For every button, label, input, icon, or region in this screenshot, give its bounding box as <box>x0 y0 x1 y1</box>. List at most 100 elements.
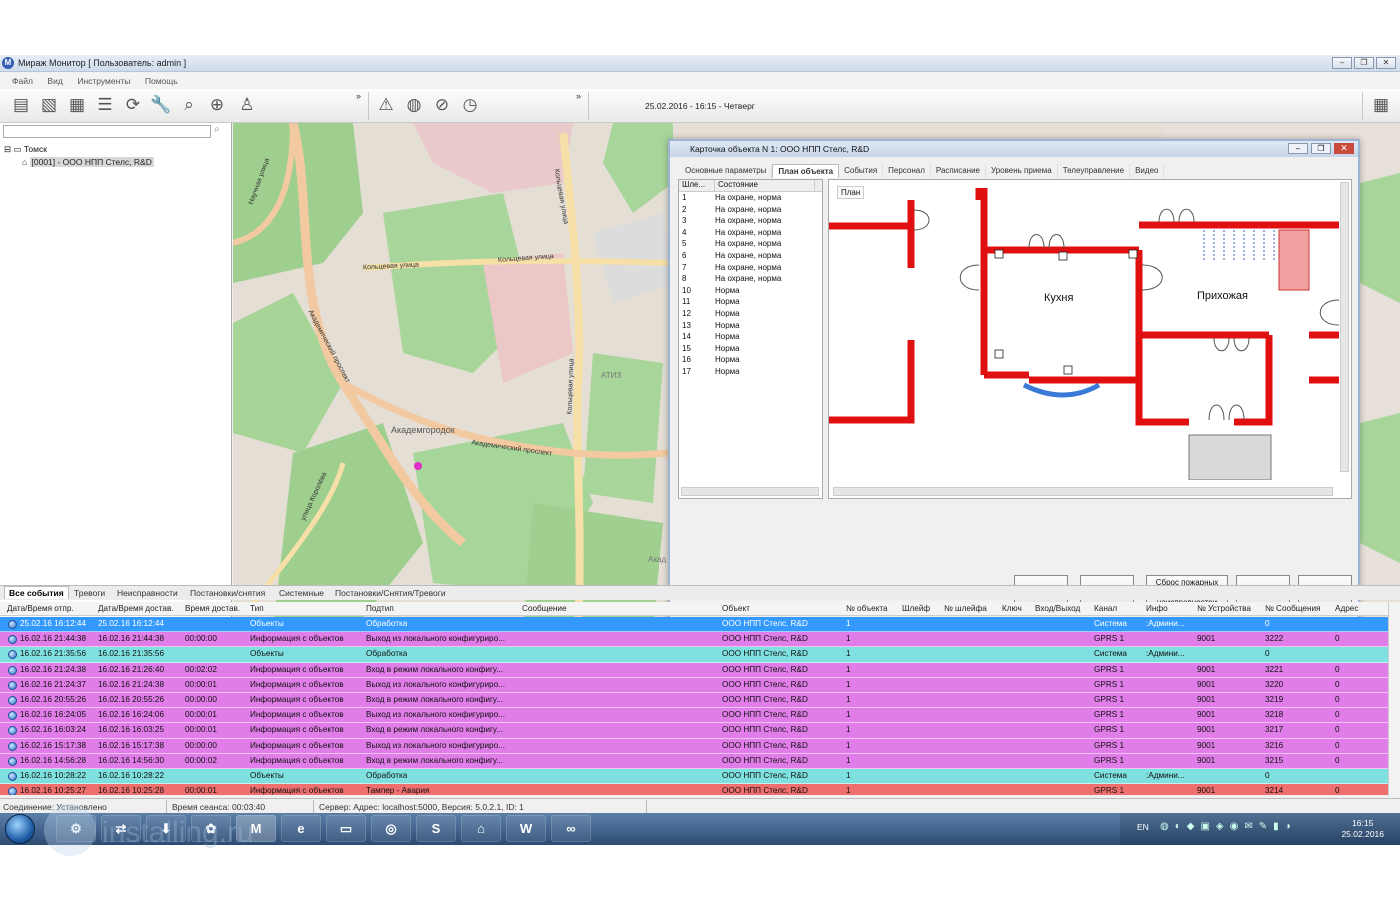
column-header[interactable]: Подтип <box>366 604 394 613</box>
zone-row[interactable]: 14 Норма <box>679 331 822 343</box>
floor-plan-view[interactable]: План Кухня Прихожая <box>828 179 1352 499</box>
zone-row[interactable]: 11 Норма <box>679 296 822 308</box>
search-icon[interactable]: ⌕ <box>214 124 220 135</box>
column-header[interactable]: Инфо <box>1146 604 1168 613</box>
mute-icon[interactable]: ⊘ <box>431 94 453 116</box>
alarm-icon[interactable]: ⚠ <box>375 94 397 116</box>
column-header[interactable]: Время достав. <box>185 604 240 613</box>
maximize-button[interactable]: ❐ <box>1354 57 1374 69</box>
event-row[interactable]: 16.02.16 14:56:28 16.02.16 14:56:30 00:00:… <box>0 753 1388 769</box>
plan-vertical-scrollbar[interactable] <box>1340 182 1349 472</box>
user-icon[interactable]: ♙ <box>236 94 258 116</box>
zone-row[interactable]: 2 На охране, норма <box>679 204 822 216</box>
refresh-icon[interactable]: ⟳ <box>122 94 144 116</box>
tab-faults[interactable]: Неисправности <box>117 588 178 598</box>
menu-tools[interactable]: Инструменты <box>77 76 130 86</box>
tab-signal-level[interactable]: Уровень приема <box>986 164 1058 178</box>
zone-row[interactable]: 15 Норма <box>679 343 822 355</box>
tab-personnel[interactable]: Персонал <box>883 164 931 178</box>
column-header[interactable]: Сообщение <box>522 604 567 613</box>
column-header[interactable]: Ключ <box>1002 604 1022 613</box>
tree-node-root[interactable]: ⊟ ▭ Томск <box>4 143 154 156</box>
tab-system[interactable]: Системные <box>279 588 324 598</box>
zone-row[interactable]: 10 Норма <box>679 285 822 297</box>
menu-view[interactable]: Вид <box>47 76 62 86</box>
tab-object-plan[interactable]: План объекта <box>772 164 840 178</box>
object-marker-icon[interactable] <box>414 462 422 470</box>
zone-row[interactable]: 5 На охране, норма <box>679 238 822 250</box>
events-vertical-scrollbar[interactable] <box>1388 602 1400 795</box>
zone-row[interactable]: 8 На охране, норма <box>679 273 822 285</box>
tree-node-object[interactable]: ⌂ [0001] - ООО НПП Стелс, R&D <box>4 156 154 169</box>
zone-row[interactable]: 17 Норма <box>679 366 822 378</box>
zone-row[interactable]: 12 Норма <box>679 308 822 320</box>
menu-help[interactable]: Помощь <box>145 76 178 86</box>
menu-file[interactable]: Файл <box>12 76 33 86</box>
column-header[interactable]: Адрес <box>1335 604 1358 613</box>
app-icon[interactable]: ∞ <box>551 815 591 842</box>
event-row[interactable]: 16.02.16 16:24:05 16.02.16 16:24:06 00:00:… <box>0 708 1388 724</box>
column-header[interactable]: № объекта <box>846 604 888 613</box>
timer-icon[interactable]: ◷ <box>459 94 481 116</box>
dialog-close-button[interactable]: ✕ <box>1334 143 1354 154</box>
tab-video[interactable]: Видео <box>1130 164 1165 178</box>
zone-row[interactable]: 4 На охране, норма <box>679 227 822 239</box>
edit-object-icon[interactable]: ▦ <box>66 94 88 116</box>
zone-row[interactable]: 7 На охране, норма <box>679 262 822 274</box>
plan-horizontal-scrollbar[interactable] <box>833 487 1333 496</box>
event-row[interactable]: 16.02.16 21:24:38 16.02.16 21:26:40 00:02:… <box>0 662 1388 678</box>
dialog-maximize-button[interactable]: ❐ <box>1311 143 1331 154</box>
column-state[interactable]: Состояние <box>715 180 815 191</box>
delete-object-icon[interactable]: ▧ <box>38 94 60 116</box>
object-card-icon[interactable]: ▤ <box>10 94 32 116</box>
column-header[interactable]: Вход/Выход <box>1035 604 1080 613</box>
tab-arming[interactable]: Постановки/снятия <box>190 588 265 598</box>
zone-row[interactable]: 13 Норма <box>679 320 822 332</box>
tab-events[interactable]: События <box>839 164 884 178</box>
zone-row[interactable]: 16 Норма <box>679 354 822 366</box>
tab-alarms[interactable]: Тревоги <box>74 588 105 598</box>
pdf-reader-icon[interactable]: ⌂ <box>461 815 501 842</box>
tab-main-params[interactable]: Основные параметры <box>680 164 773 178</box>
grid-view-icon[interactable]: ▦ <box>1370 94 1392 116</box>
minimize-button[interactable]: – <box>1332 57 1352 69</box>
skype-icon[interactable]: S <box>416 815 456 842</box>
fire-icon[interactable]: ◍ <box>403 94 425 116</box>
tree-search-input[interactable] <box>3 125 211 138</box>
zone-row[interactable]: 6 На охране, норма <box>679 250 822 262</box>
horizontal-scrollbar[interactable] <box>681 487 819 496</box>
toolbar-overflow-2[interactable]: » <box>576 91 581 101</box>
event-row[interactable]: 16.02.16 16:03:24 16.02.16 16:03:25 00:00:… <box>0 723 1388 739</box>
event-row[interactable]: 16.02.16 15:17:38 16.02.16 15:17:38 00:00:… <box>0 738 1388 754</box>
toolbar-overflow[interactable]: » <box>356 91 361 101</box>
tab-schedule[interactable]: Расписание <box>931 164 986 178</box>
word-icon[interactable]: W <box>506 815 546 842</box>
event-row[interactable]: 16.02.16 20:55:26 16.02.16 20:55:26 00:00:… <box>0 692 1388 709</box>
event-row[interactable]: 16.02.16 10:28:22 16.02.16 10:28:22 Объект… <box>0 768 1388 785</box>
start-button[interactable] <box>5 814 35 844</box>
column-header[interactable]: Дата/Время отпр. <box>7 604 74 613</box>
dialog-minimize-button[interactable]: – <box>1288 143 1308 154</box>
column-header[interactable]: № Устройства <box>1197 604 1251 613</box>
event-row[interactable]: 16.02.16 21:35:56 16.02.16 21:35:56 Объект… <box>0 647 1388 663</box>
column-header[interactable]: Дата/Время достав. <box>98 604 174 613</box>
zoom-icon[interactable]: ⊕ <box>206 94 228 116</box>
language-indicator[interactable]: EN <box>1137 822 1149 832</box>
event-row[interactable]: 25.02.16 16:12:44 25.02.16 16:12:44 Объект… <box>0 617 1388 633</box>
list-icon[interactable]: ☰ <box>94 94 116 116</box>
tab-all-events[interactable]: Все события <box>4 586 69 599</box>
folder-icon[interactable]: ▭ <box>326 815 366 842</box>
search-icon[interactable]: ⌕ <box>178 94 200 116</box>
column-zone[interactable]: Шле... <box>679 180 715 191</box>
wrench-icon[interactable]: 🔧 <box>150 94 172 116</box>
close-button[interactable]: ✕ <box>1376 57 1396 69</box>
tab-remote-control[interactable]: Телеуправление <box>1058 164 1131 178</box>
column-header[interactable]: № шлейфа <box>944 604 987 613</box>
column-header[interactable]: № Сообщения <box>1265 604 1321 613</box>
event-row[interactable]: 16.02.16 10:25:27 16.02.16 10:25:28 00:00:… <box>0 784 1388 795</box>
event-row[interactable]: 16.02.16 21:24:37 16.02.16 21:24:38 00:00:… <box>0 677 1388 693</box>
column-header[interactable]: Канал <box>1094 604 1117 613</box>
zone-row[interactable]: 3 На охране, норма <box>679 215 822 227</box>
column-header[interactable]: Тип <box>250 604 264 613</box>
column-header[interactable]: Объект <box>722 604 750 613</box>
